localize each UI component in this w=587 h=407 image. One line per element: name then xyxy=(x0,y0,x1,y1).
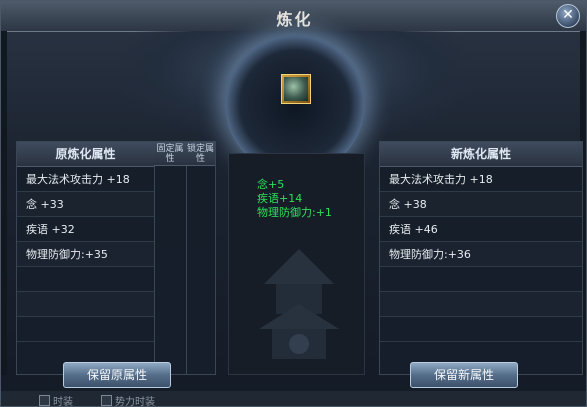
original-attributes-list: 最大法术攻击力 +18 念 +33 疾语 +32 物理防御力:+35 xyxy=(17,167,154,342)
refine-window: 炼化 ✕ 原炼化属性 最大法术攻击力 +18 念 +33 疾语 +32 物理防御… xyxy=(0,0,587,407)
attr-row xyxy=(380,267,582,292)
new-attributes-panel: 新炼化属性 最大法术攻击力 +18 念 +38 疾语 +46 物理防御力:+36 xyxy=(379,141,583,375)
change-line: 念+5 xyxy=(257,178,285,191)
original-attributes-panel: 原炼化属性 最大法术攻击力 +18 念 +33 疾语 +32 物理防御力:+35… xyxy=(16,141,216,375)
keep-original-button[interactable]: 保留原属性 xyxy=(63,362,171,388)
attr-row xyxy=(17,267,154,292)
left-edge xyxy=(1,31,7,375)
attr-row: 疾语 +46 xyxy=(380,217,582,242)
keep-new-button[interactable]: 保留新属性 xyxy=(410,362,518,388)
locked-attr-header: 锁定属性 xyxy=(186,142,215,166)
attr-row: 物理防御力:+35 xyxy=(17,242,154,267)
pagoda-decoration xyxy=(259,249,339,359)
fixed-attr-header: 固定属性 xyxy=(154,142,186,166)
change-line: 疾语+14 xyxy=(257,192,303,205)
fashion-checkbox[interactable] xyxy=(39,395,50,406)
attr-row xyxy=(380,292,582,317)
attr-row: 最大法术攻击力 +18 xyxy=(380,167,582,192)
attr-row xyxy=(17,317,154,342)
bottom-bar xyxy=(1,391,586,406)
attr-row: 物理防御力:+36 xyxy=(380,242,582,267)
faction-fashion-checkbox[interactable] xyxy=(101,395,112,406)
change-list: 念+5 疾语+14 物理防御力:+1 xyxy=(257,178,332,220)
window-title: 炼化 xyxy=(276,10,313,29)
attr-row: 最大法术攻击力 +18 xyxy=(17,167,154,192)
change-preview: 念+5 疾语+14 物理防御力:+1 xyxy=(228,153,365,375)
item-slot-icon[interactable] xyxy=(281,74,311,104)
title-bar: 炼化 ✕ xyxy=(1,1,586,32)
original-attributes-header: 原炼化属性 xyxy=(17,142,154,167)
attr-row: 疾语 +32 xyxy=(17,217,154,242)
new-attributes-header: 新炼化属性 xyxy=(380,142,582,167)
attr-row: 念 +33 xyxy=(17,192,154,217)
close-icon[interactable]: ✕ xyxy=(556,4,580,28)
attr-row: 念 +38 xyxy=(380,192,582,217)
faction-fashion-label: 势力时装 xyxy=(115,397,155,407)
fashion-label: 时装 xyxy=(53,397,73,407)
change-line: 物理防御力:+1 xyxy=(257,206,332,219)
new-attributes-list: 最大法术攻击力 +18 念 +38 疾语 +46 物理防御力:+36 xyxy=(380,167,582,342)
attr-row xyxy=(380,317,582,342)
attr-row xyxy=(17,292,154,317)
